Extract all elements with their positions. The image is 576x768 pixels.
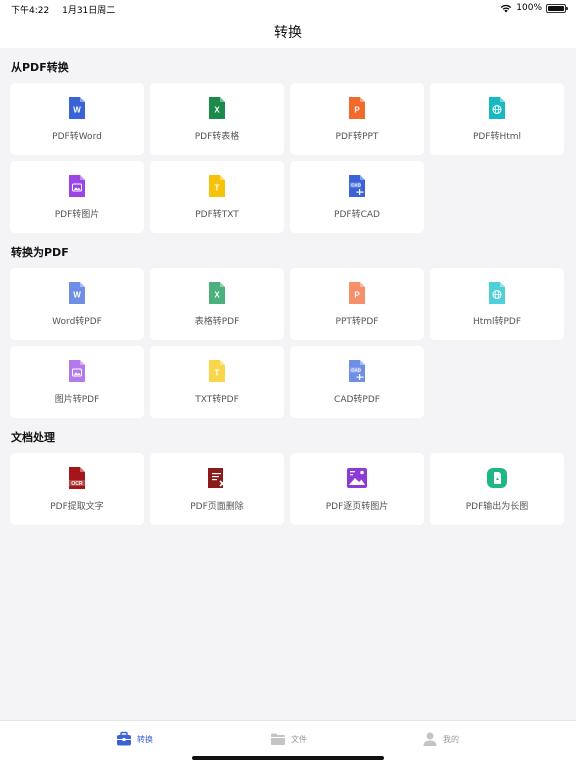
image-file-icon: [69, 174, 85, 197]
tool-card-label: PDF提取文字: [50, 501, 104, 512]
doc-process-grid: OCR PDF提取文字 PDF页面删除 PDF逐页转图片 PDF输出为长图: [10, 453, 566, 525]
tool-card-label: PDF页面删除: [190, 501, 244, 512]
svg-text:OCR: OCR: [71, 480, 83, 486]
section-title-doc-process: 文档处理: [11, 431, 55, 444]
txt-file-icon: T: [209, 174, 225, 197]
status-date: 1月31日周二: [62, 6, 116, 16]
section-title-from-pdf: 从PDF转换: [11, 61, 69, 74]
tab-convert[interactable]: 转换: [116, 731, 153, 747]
tool-card[interactable]: CAD CAD转PDF: [290, 346, 424, 418]
txt-file-icon: T: [209, 359, 225, 382]
excel-file-icon: X: [209, 96, 225, 119]
status-time: 下午4:22: [11, 6, 50, 16]
svg-text:P: P: [354, 105, 360, 114]
tool-card-label: PDF转图片: [54, 209, 100, 220]
tool-card[interactable]: W PDF转Word: [10, 83, 144, 155]
svg-text:T: T: [215, 368, 220, 377]
tool-card-label: PDF转PPT: [335, 131, 379, 142]
tool-card[interactable]: 图片转PDF: [10, 346, 144, 418]
tool-card[interactable]: PDF逐页转图片: [290, 453, 424, 525]
image-file-icon: [69, 359, 85, 382]
word-file-icon: W: [69, 281, 85, 304]
ppt-file-icon: P: [349, 96, 365, 119]
person-icon: [423, 732, 437, 746]
tool-card[interactable]: X PDF转表格: [150, 83, 284, 155]
tool-card[interactable]: T TXT转PDF: [150, 346, 284, 418]
briefcase-icon: [117, 731, 131, 746]
tool-card-label: 图片转PDF: [54, 394, 100, 405]
tool-card[interactable]: PDF输出为长图: [430, 453, 564, 525]
tool-card-label: Word转PDF: [52, 316, 102, 327]
tool-card[interactable]: W Word转PDF: [10, 268, 144, 340]
svg-text:W: W: [73, 290, 81, 299]
tool-card[interactable]: OCR PDF提取文字: [10, 453, 144, 525]
html-file-icon: [489, 96, 505, 119]
tool-card-label: PDF输出为长图: [465, 501, 529, 512]
tool-card[interactable]: T PDF转TXT: [150, 161, 284, 233]
section-title-to-pdf: 转换为PDF: [11, 246, 69, 259]
status-left: 下午4:22 1月31日周二: [11, 3, 125, 16]
folder-icon: [271, 733, 285, 745]
ppt-file-icon: P: [349, 281, 365, 304]
tool-card-label: CAD转PDF: [334, 394, 380, 405]
svg-text:T: T: [215, 183, 220, 192]
tool-card[interactable]: PDF转Html: [430, 83, 564, 155]
ocr-icon: OCR: [69, 466, 85, 489]
cad-file-icon: CAD: [349, 174, 365, 197]
svg-text:X: X: [214, 105, 220, 114]
cad-file-icon: CAD: [349, 359, 365, 382]
tab-mine[interactable]: 我的: [422, 731, 459, 747]
excel-file-icon: X: [209, 281, 225, 304]
html-file-icon: [489, 281, 505, 304]
tab-label: 我的: [443, 734, 459, 744]
tool-card-label: PDF转Html: [472, 131, 522, 142]
tool-card-label: Html转PDF: [472, 316, 522, 327]
from-pdf-grid: W PDF转Word X PDF转表格 P PDF转PPT PDF转Html PDF转…: [10, 83, 566, 233]
long-image-icon: [487, 467, 507, 488]
battery-icon: [546, 3, 568, 13]
nav-bar: 转换: [0, 18, 576, 48]
battery-percent: 100%: [516, 3, 542, 13]
page-to-image-icon: [347, 467, 367, 488]
svg-text:CAD: CAD: [351, 367, 361, 372]
status-right: 100%: [500, 3, 568, 13]
tool-card-label: TXT转PDF: [195, 394, 239, 405]
tool-card-label: PPT转PDF: [335, 316, 379, 327]
svg-text:W: W: [73, 105, 81, 114]
tool-card-label: PDF转TXT: [195, 209, 239, 220]
tab-bar: 转换 文件 我的: [0, 720, 576, 768]
tool-card-label: 表格转PDF: [194, 316, 240, 327]
tab-files[interactable]: 文件: [270, 731, 307, 747]
word-file-icon: W: [69, 96, 85, 119]
tool-card[interactable]: P PDF转PPT: [290, 83, 424, 155]
tool-card-label: PDF逐页转图片: [325, 501, 389, 512]
page-title: 转换: [274, 25, 302, 41]
tool-card-label: PDF转表格: [194, 131, 240, 142]
tool-card[interactable]: CAD PDF转CAD: [290, 161, 424, 233]
tool-card[interactable]: PDF转图片: [10, 161, 144, 233]
wifi-icon: [501, 4, 512, 12]
tool-card[interactable]: Html转PDF: [430, 268, 564, 340]
status-bar: 下午4:22 1月31日周二 100%: [0, 0, 576, 18]
home-indicator: [192, 756, 384, 760]
tab-label: 文件: [291, 734, 307, 744]
tab-label: 转换: [137, 734, 153, 744]
tool-card[interactable]: P PPT转PDF: [290, 268, 424, 340]
to-pdf-grid: W Word转PDF X 表格转PDF P PPT转PDF Html转PDF 图片转P…: [10, 268, 566, 418]
tool-card-label: PDF转CAD: [334, 209, 380, 220]
tool-card-label: PDF转Word: [52, 131, 102, 142]
tool-card[interactable]: PDF页面删除: [150, 453, 284, 525]
svg-text:X: X: [214, 290, 220, 299]
page-delete-icon: [208, 467, 226, 488]
tool-card[interactable]: X 表格转PDF: [150, 268, 284, 340]
svg-text:CAD: CAD: [351, 182, 361, 187]
svg-text:P: P: [354, 290, 360, 299]
